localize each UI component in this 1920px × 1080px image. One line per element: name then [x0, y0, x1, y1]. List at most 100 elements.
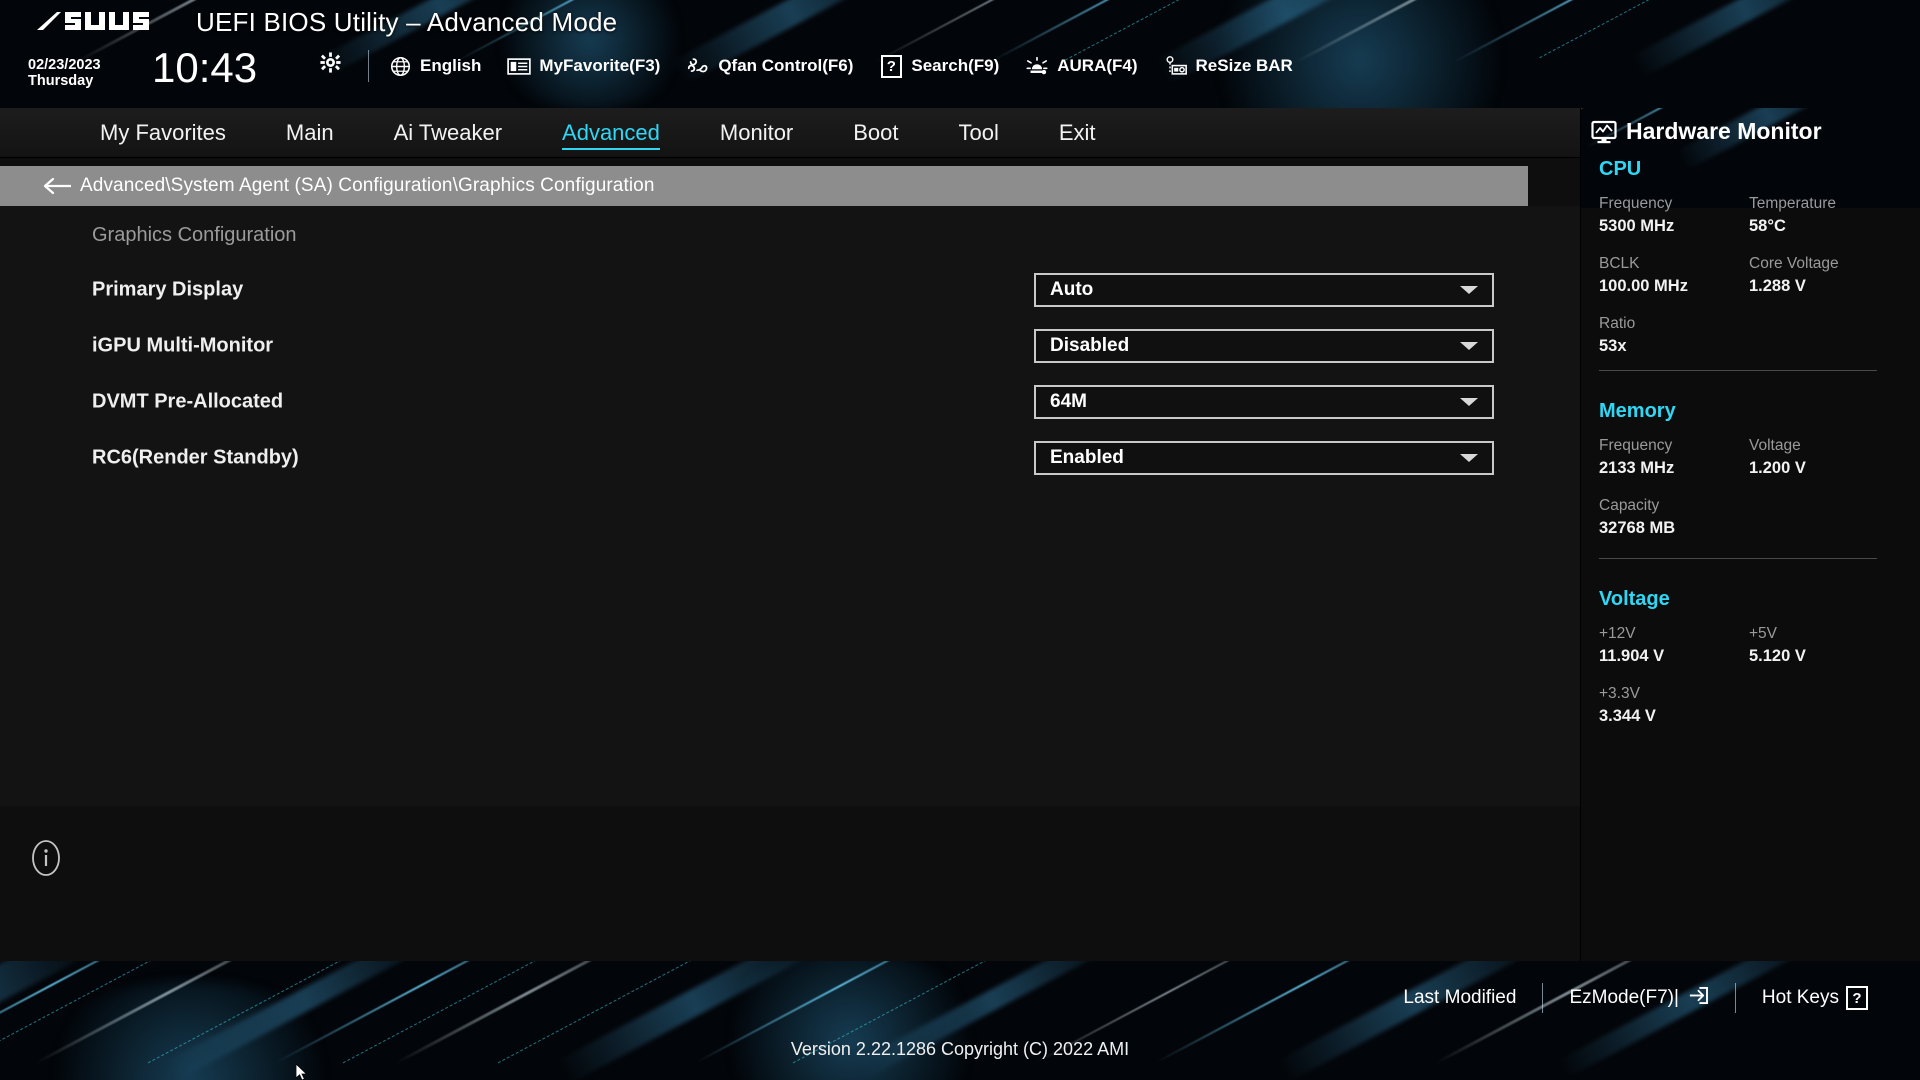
hw-value: 5300 MHz [1599, 217, 1675, 235]
setting-row-dvmt-pre-allocated[interactable]: DVMT Pre-Allocated 64M [0, 374, 1582, 430]
breadcrumb: Advanced\System Agent (SA) Configuration… [0, 166, 1528, 206]
hot-keys-label: Hot Keys [1761, 987, 1839, 1008]
setting-label: RC6(Render Standby) [92, 446, 299, 469]
aura-icon [1025, 54, 1049, 78]
hw-value: 100.00 MHz [1599, 277, 1688, 295]
hw-key: Frequency [1599, 437, 1673, 454]
version-text: Version 2.22.1286 Copyright (C) 2022 AMI [790, 1039, 1130, 1059]
myfavorite-label: MyFavorite(F3) [539, 56, 661, 75]
chevron-down-icon [1460, 454, 1478, 462]
weekday-value: Thursday [28, 73, 94, 90]
divider [1599, 370, 1877, 371]
globe-icon [388, 54, 412, 78]
setting-row-rc6-render-standby[interactable]: RC6(Render Standby) Enabled [0, 430, 1582, 486]
tab-boot[interactable]: Boot [823, 108, 928, 158]
hot-keys-button[interactable]: Hot Keys ? [1736, 986, 1894, 1010]
aura-button[interactable]: AURA(F4) [1025, 54, 1138, 78]
hardware-monitor-panel: Hardware Monitor CPU Frequency 5300 MHz … [1580, 108, 1920, 961]
hw-value: 1.288 V [1749, 277, 1806, 295]
hw-value: 11.904 V [1599, 647, 1665, 665]
header-tools: English MyFavorite(F3) Qfan Control(F6) … [388, 50, 1293, 82]
hw-section-title: CPU [1599, 158, 1642, 180]
back-arrow-icon[interactable] [42, 176, 80, 196]
hw-section-memory: Memory Frequency 2133 MHz Voltage 1.200 … [1599, 400, 1899, 557]
hw-section-title: Voltage [1599, 588, 1670, 610]
search-button[interactable]: ? Search(F9) [879, 54, 999, 78]
settings-panel: Graphics Configuration Primary Display A… [0, 206, 1582, 806]
chevron-down-icon [1460, 398, 1478, 406]
primary-display-dropdown[interactable]: Auto [1034, 273, 1494, 307]
qfan-control-button[interactable]: Qfan Control(F6) [686, 54, 853, 78]
tab-exit[interactable]: Exit [1029, 108, 1126, 158]
resize-bar-button[interactable]: ReSize BAR [1164, 54, 1293, 78]
hw-value: 32768 MB [1599, 519, 1676, 537]
hw-key: Frequency [1599, 195, 1673, 212]
hw-key: Core Voltage [1749, 255, 1839, 272]
tab-main[interactable]: Main [256, 108, 364, 158]
hw-value: 58°C [1749, 217, 1786, 235]
footer-actions: Last Modified EzMode(F7)| Hot Keys ? [1377, 983, 1894, 1013]
hw-key: Voltage [1749, 437, 1801, 454]
dvmt-pre-allocated-dropdown[interactable]: 64M [1034, 385, 1494, 419]
asus-logo [35, 8, 175, 42]
page-title: UEFI BIOS Utility – Advanced Mode [196, 7, 618, 37]
setting-row-igpu-multi-monitor[interactable]: iGPU Multi-Monitor Disabled [0, 318, 1582, 374]
igpu-multi-monitor-dropdown[interactable]: Disabled [1034, 329, 1494, 363]
language-button[interactable]: English [388, 54, 481, 78]
mouse-cursor [295, 1063, 310, 1080]
qfan-icon [686, 54, 710, 78]
monitor-icon [1591, 119, 1617, 145]
chevron-down-icon [1460, 286, 1478, 294]
hw-item-memory-frequency: Frequency 2133 MHz [1599, 437, 1749, 478]
hw-value: 1.200 V [1749, 459, 1806, 477]
date-display: 02/23/2023 Thursday [28, 57, 101, 89]
hw-value: 53x [1599, 337, 1627, 355]
hw-item-voltage-12v: +12V 11.904 V [1599, 625, 1749, 666]
myfavorite-icon [507, 54, 532, 78]
hw-key: Ratio [1599, 315, 1636, 332]
date-value: 02/23/2023 [28, 57, 101, 73]
setting-label: Primary Display [92, 278, 244, 301]
qfan-control-label: Qfan Control(F6) [718, 56, 854, 75]
hw-item-cpu-bclk: BCLK 100.00 MHz [1599, 255, 1749, 296]
dropdown-value: Auto [1050, 279, 1094, 300]
rc6-render-standby-dropdown[interactable]: Enabled [1034, 441, 1494, 475]
breadcrumb-path: Advanced\System Agent (SA) Configuration… [80, 175, 655, 196]
dropdown-value: Enabled [1050, 447, 1124, 468]
divider [1599, 558, 1877, 559]
tab-tool[interactable]: Tool [929, 108, 1029, 158]
ezmode-label: EzMode(F7)| [1569, 987, 1679, 1008]
setting-row-primary-display[interactable]: Primary Display Auto [0, 262, 1582, 318]
clock-value: 10:43 [152, 44, 258, 91]
last-modified-label: Last Modified [1403, 987, 1517, 1008]
tab-my-favorites[interactable]: My Favorites [70, 108, 256, 158]
hw-item-voltage-33v: +3.3V 3.344 V [1599, 685, 1899, 726]
tab-ai-tweaker[interactable]: Ai Tweaker [364, 108, 532, 158]
dropdown-value: 64M [1050, 391, 1087, 412]
hw-key: Temperature [1749, 195, 1837, 212]
ezmode-button[interactable]: EzMode(F7)| [1543, 986, 1734, 1011]
hw-item-voltage-5v: +5V 5.120 V [1749, 625, 1899, 666]
info-icon[interactable] [26, 838, 66, 878]
hw-key: Capacity [1599, 497, 1660, 514]
hw-key: +3.3V [1599, 685, 1640, 702]
myfavorite-button[interactable]: MyFavorite(F3) [507, 54, 660, 78]
gear-icon[interactable] [320, 52, 341, 73]
tab-monitor[interactable]: Monitor [690, 108, 823, 158]
last-modified-button[interactable]: Last Modified [1377, 987, 1542, 1009]
hw-value: 5.120 V [1749, 647, 1806, 665]
setting-label: DVMT Pre-Allocated [92, 390, 284, 413]
hw-section-cpu: CPU Frequency 5300 MHz Temperature 58°C … [1599, 158, 1899, 375]
tab-advanced[interactable]: Advanced [532, 108, 690, 158]
hardware-monitor-label: Hardware Monitor [1626, 118, 1822, 144]
hw-item-cpu-core-voltage: Core Voltage 1.288 V [1749, 255, 1899, 296]
footer: Last Modified EzMode(F7)| Hot Keys ? Ver… [0, 961, 1920, 1080]
search-label: Search(F9) [911, 56, 1000, 75]
section-title: Graphics Configuration [92, 224, 297, 246]
hw-item-cpu-ratio: Ratio 53x [1599, 315, 1899, 356]
language-label: English [420, 56, 482, 75]
hw-key: +5V [1749, 625, 1778, 642]
hw-key: +12V [1599, 625, 1636, 642]
hw-key: BCLK [1599, 255, 1640, 272]
aura-label: AURA(F4) [1057, 56, 1138, 75]
